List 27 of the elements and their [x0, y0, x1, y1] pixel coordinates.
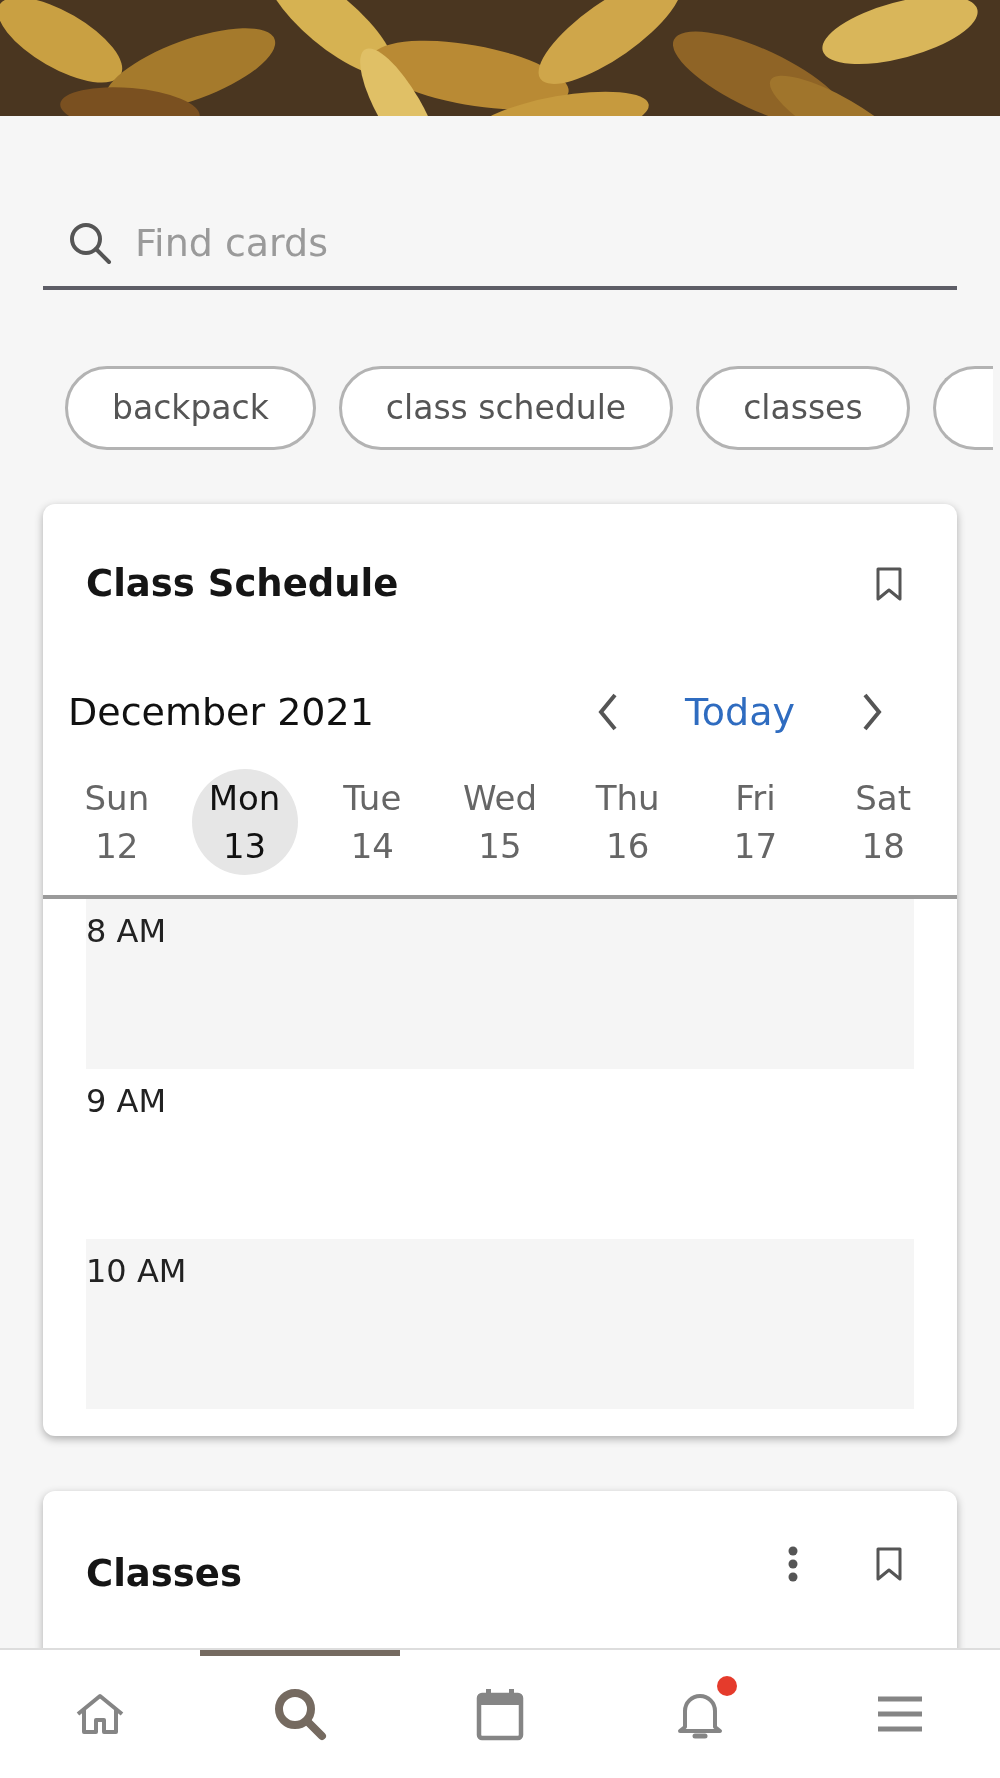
time-label: 9 AM: [86, 1081, 167, 1120]
day-cell[interactable]: Thu 16: [574, 768, 681, 875]
chip[interactable]: class schedule: [338, 366, 674, 450]
chip[interactable]: classes: [696, 366, 910, 450]
calendar-icon: [476, 1687, 524, 1741]
search-field[interactable]: Find cards: [43, 200, 957, 290]
day-cell[interactable]: Sat 18: [830, 768, 937, 875]
bookmark-icon[interactable]: [875, 1546, 903, 1582]
month-label: December 2021: [68, 688, 375, 736]
today-button[interactable]: Today: [685, 683, 795, 741]
card-title: Classes: [86, 1551, 242, 1597]
time-label: 8 AM: [86, 911, 167, 950]
bookmark-icon[interactable]: [875, 565, 903, 602]
day-cell[interactable]: Fri 17: [702, 768, 809, 875]
day-cell[interactable]: Mon 13: [191, 768, 298, 875]
more-icon[interactable]: [787, 1546, 799, 1582]
home-icon: [74, 1692, 126, 1736]
card-title: Class Schedule: [86, 561, 399, 607]
search-icon: [272, 1686, 328, 1742]
search-input[interactable]: Find cards: [135, 214, 933, 272]
menu-icon: [876, 1694, 924, 1734]
chip[interactable]: backpack: [65, 366, 316, 450]
day-cell[interactable]: Sun 12: [63, 768, 170, 875]
day-cell[interactable]: Wed 15: [447, 768, 553, 875]
time-label: 10 AM: [86, 1251, 187, 1290]
search-icon: [67, 220, 113, 266]
day-cell[interactable]: Tue 14: [319, 768, 426, 875]
